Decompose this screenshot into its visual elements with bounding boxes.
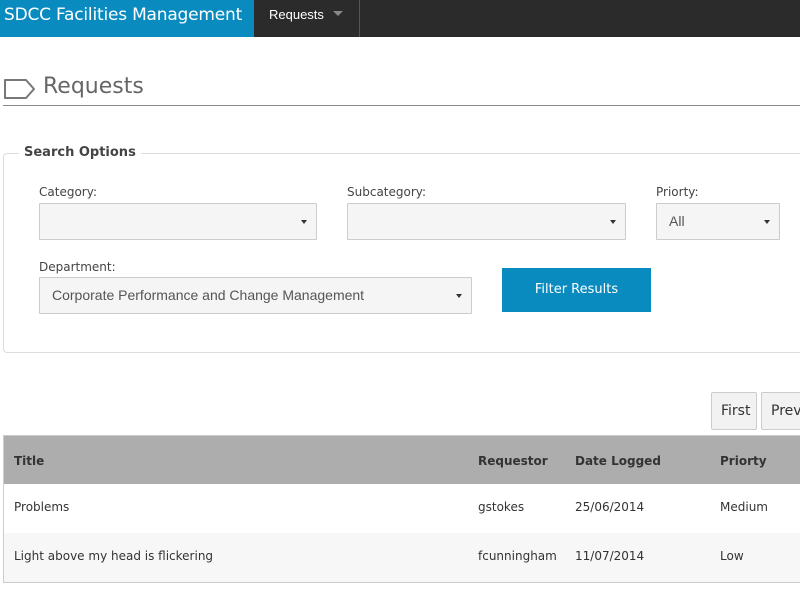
department-label: Department: bbox=[39, 260, 116, 274]
subcategory-label: Subcategory: bbox=[347, 185, 427, 199]
subcategory-select[interactable] bbox=[347, 203, 626, 240]
department-select-value: Corporate Performance and Change Managem… bbox=[52, 287, 365, 303]
column-header-requestor[interactable]: Requestor bbox=[478, 436, 548, 486]
row-title: Problems bbox=[14, 500, 70, 514]
caret-down-icon bbox=[332, 11, 343, 17]
priority-select-value: All bbox=[669, 213, 685, 229]
brand-title[interactable]: SDCC Facilities Management bbox=[0, 0, 254, 37]
category-select[interactable] bbox=[39, 203, 317, 240]
category-label: Category: bbox=[39, 185, 97, 199]
row-date-logged: 25/06/2014 bbox=[575, 500, 645, 514]
nav-item-requests[interactable]: Requests bbox=[254, 0, 360, 37]
tag-icon bbox=[4, 79, 35, 99]
column-header-priority[interactable]: Priorty bbox=[720, 436, 767, 486]
title-divider bbox=[3, 105, 800, 106]
row-date-logged: 11/07/2014 bbox=[575, 549, 645, 563]
department-select[interactable]: Corporate Performance and Change Managem… bbox=[39, 277, 472, 314]
column-header-date-logged[interactable]: Date Logged bbox=[575, 436, 661, 486]
table-header: Title Requestor Date Logged Priorty bbox=[4, 436, 800, 484]
requests-table: Title Requestor Date Logged Priorty Prob… bbox=[3, 435, 800, 583]
page-title: Requests bbox=[43, 74, 144, 99]
table-row[interactable]: Problems gstokes 25/06/2014 Medium bbox=[4, 484, 800, 533]
caret-down-icon bbox=[764, 220, 770, 224]
row-requestor: gstokes bbox=[478, 500, 525, 514]
nav-item-requests-label: Requests bbox=[269, 7, 324, 22]
row-title: Light above my head is flickering bbox=[14, 549, 214, 563]
table-row[interactable]: Light above my head is flickering fcunni… bbox=[4, 533, 800, 582]
priority-label: Priorty: bbox=[656, 185, 699, 199]
row-requestor: fcunningham bbox=[478, 549, 557, 563]
column-header-title[interactable]: Title bbox=[14, 436, 44, 486]
search-options-panel: Search Options bbox=[3, 145, 800, 353]
row-priority: Low bbox=[720, 549, 744, 563]
top-navbar: SDCC Facilities Management Requests bbox=[0, 0, 800, 37]
priority-select[interactable]: All bbox=[656, 203, 780, 240]
filter-results-button[interactable]: Filter Results bbox=[502, 268, 651, 312]
caret-down-icon bbox=[610, 220, 616, 224]
search-options-legend: Search Options bbox=[19, 145, 141, 160]
caret-down-icon bbox=[456, 294, 462, 298]
pager-first-button[interactable]: First bbox=[711, 392, 757, 430]
pager-previous-button[interactable]: Previous bbox=[761, 392, 800, 430]
caret-down-icon bbox=[301, 220, 307, 224]
row-priority: Medium bbox=[720, 500, 768, 514]
